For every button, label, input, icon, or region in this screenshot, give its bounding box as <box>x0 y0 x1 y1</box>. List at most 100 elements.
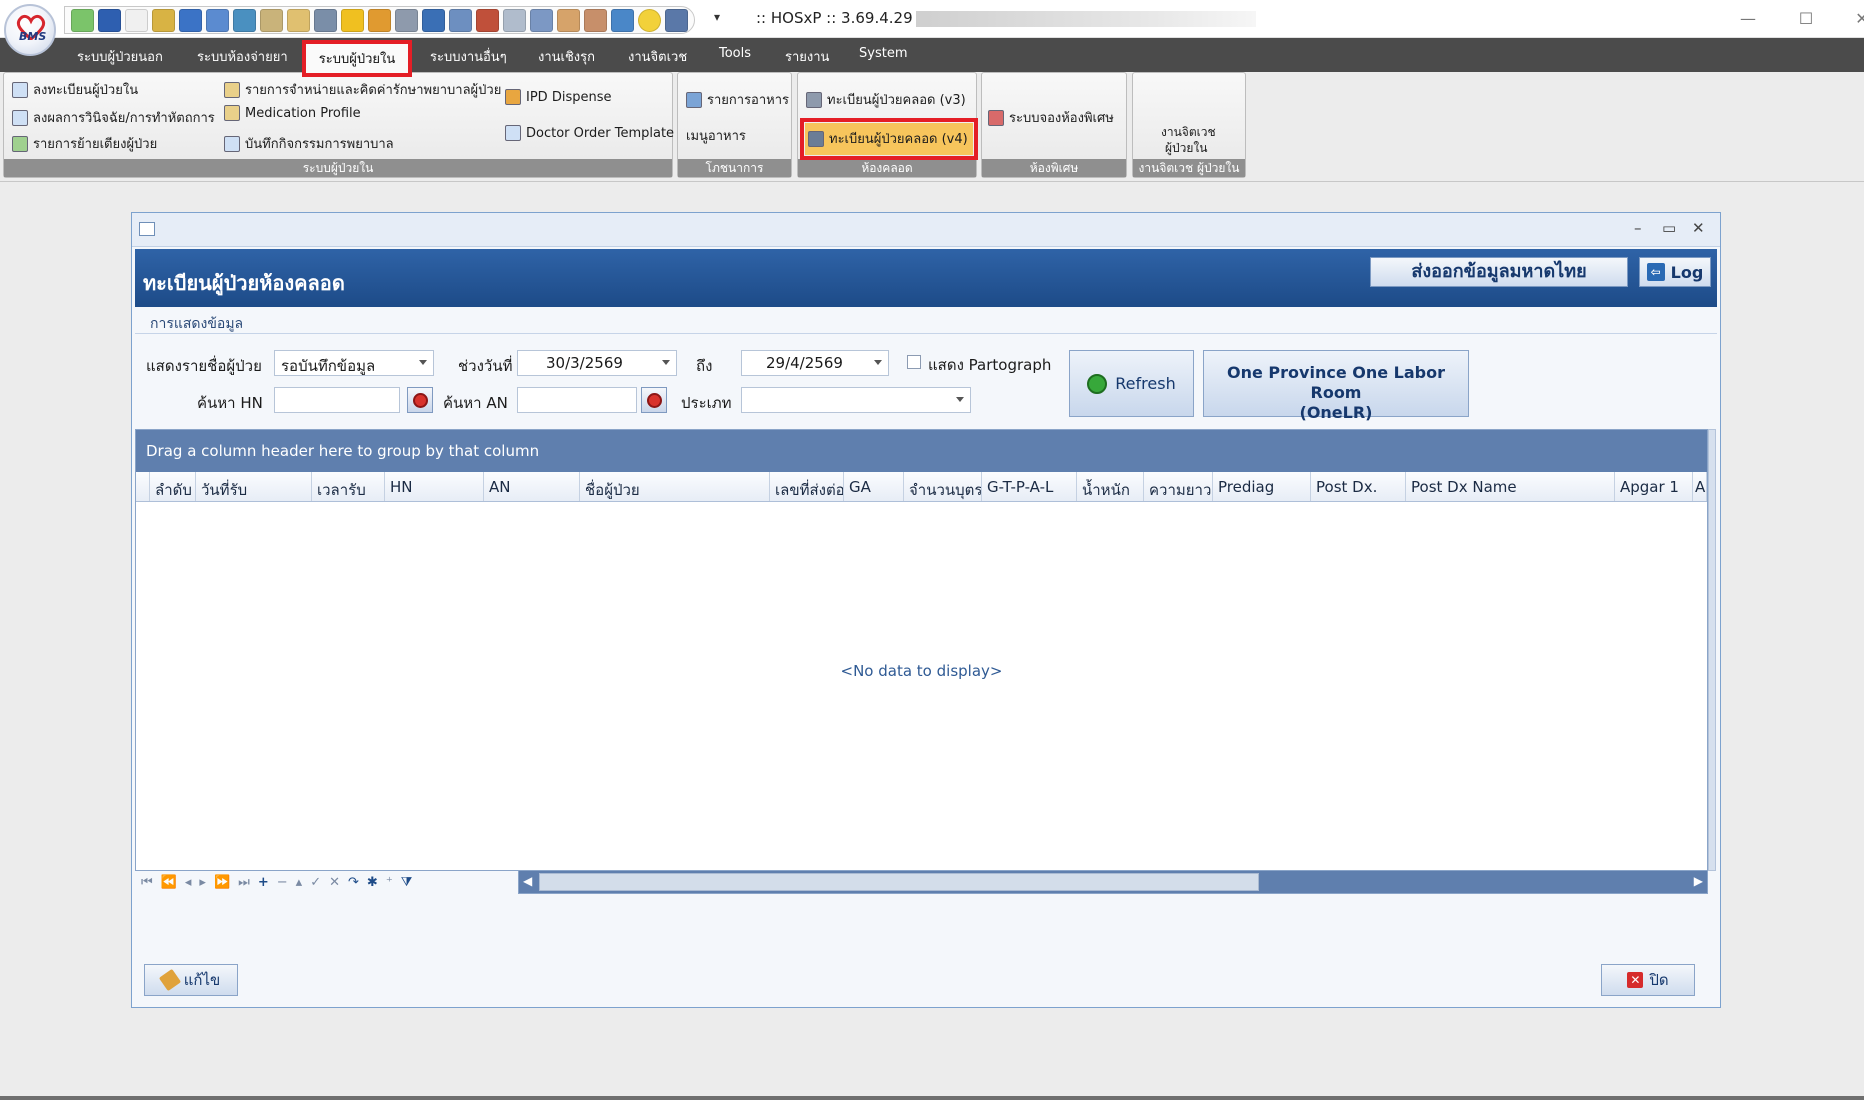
monitor-icon[interactable] <box>422 9 445 32</box>
group-by-panel[interactable]: Drag a column header here to group by th… <box>136 430 1707 472</box>
onelr-button[interactable]: One Province One Labor Room (OneLR) <box>1203 350 1469 422</box>
window-minimize-button[interactable]: — <box>1728 6 1768 32</box>
last-page-icon[interactable]: ⏭ <box>238 875 250 890</box>
ribbon-register-ipd[interactable]: ลงทะเบียนผู้ป่วยใน <box>12 79 138 100</box>
app-logo[interactable]: BMS <box>4 4 56 56</box>
column-header[interactable]: ลำดับ <box>150 472 196 501</box>
add-user-icon[interactable] <box>71 9 94 32</box>
column-header[interactable]: ชื่อผู้ป่วย <box>580 472 770 501</box>
prev-record-icon[interactable]: ◂ <box>185 875 192 890</box>
window-close-button[interactable]: ✕ <box>1692 219 1705 237</box>
column-header[interactable]: ความยาว <box>1144 472 1213 501</box>
column-header[interactable]: เวลารับ <box>312 472 385 501</box>
smiley-icon[interactable] <box>638 9 661 32</box>
tab-reports[interactable]: รายงาน <box>785 46 829 67</box>
window-maximize-button[interactable]: ☐ <box>1786 6 1826 32</box>
column-header[interactable]: จำนวนบุตร <box>904 472 982 501</box>
column-header[interactable]: AN <box>484 472 580 501</box>
window-maximize-button[interactable]: ▭ <box>1662 219 1676 237</box>
person-icon[interactable] <box>368 9 391 32</box>
card-icon[interactable] <box>557 9 580 32</box>
ribbon-nursing-activity[interactable]: บันทึกกิจกรรมการพยาบาล <box>224 133 394 154</box>
ribbon-special-room-booking[interactable]: ระบบจองห้องพิเศษ <box>988 107 1114 128</box>
clock-icon[interactable] <box>449 9 472 32</box>
document-icon[interactable] <box>125 9 148 32</box>
screens-icon[interactable] <box>530 9 553 32</box>
ribbon-doctor-order-template[interactable]: Doctor Order Template <box>505 125 674 141</box>
append-icon[interactable]: + <box>258 875 269 890</box>
ribbon-food-list[interactable]: รายการอาหาร <box>686 89 789 110</box>
column-header[interactable]: Post Dx Name <box>1406 472 1615 501</box>
nurse-icon[interactable] <box>584 9 607 32</box>
lightning-icon[interactable] <box>341 9 364 32</box>
next-icon[interactable] <box>98 9 121 32</box>
ribbon-diagnosis[interactable]: ลงผลการวินิจฉัย/การทำหัตถการ <box>12 107 215 128</box>
tab-tools[interactable]: Tools <box>719 46 751 61</box>
ribbon-food-menu[interactable]: เมนูอาหาร <box>686 125 746 146</box>
tab-ipd[interactable]: ระบบผู้ป่วยใน <box>302 48 412 69</box>
export-icon[interactable] <box>611 9 634 32</box>
column-header[interactable]: Post Dx. <box>1311 472 1406 501</box>
table-icon[interactable] <box>287 9 310 32</box>
edit-up-icon[interactable]: ▴ <box>296 875 303 890</box>
column-header[interactable]: A <box>1693 472 1707 501</box>
ribbon-medication-profile[interactable]: Medication Profile <box>224 105 361 121</box>
grid-vertical-scrollbar[interactable] <box>1708 429 1716 871</box>
cancel-icon[interactable]: ✕ <box>329 875 340 890</box>
column-header[interactable]: Apgar 1 <box>1615 472 1693 501</box>
scroll-left-icon[interactable]: ◀ <box>523 874 532 888</box>
ribbon-bed-move[interactable]: รายการย้ายเตียงผู้ป่วย <box>12 133 157 154</box>
close-button[interactable]: ✕ ปิด <box>1601 964 1695 996</box>
hn-search-input[interactable] <box>274 387 400 413</box>
tab-other[interactable]: ระบบงานอื่นๆ <box>430 46 507 67</box>
grid-horizontal-scrollbar[interactable]: ◀ ▶ <box>518 870 1708 894</box>
filter-icon[interactable]: ⧩ <box>401 875 413 890</box>
bookmark-icon[interactable]: ✱ <box>367 875 378 890</box>
column-header[interactable]: HN <box>385 472 484 501</box>
calculator-icon[interactable] <box>260 9 283 32</box>
home-icon[interactable] <box>476 9 499 32</box>
search-doc-icon[interactable] <box>503 9 526 32</box>
goto-bookmark-icon[interactable]: ⁺ <box>386 875 393 890</box>
column-header[interactable]: GA <box>844 472 904 501</box>
export-interior-button[interactable]: ส่งออกข้อมูลมหาดไทย <box>1370 257 1628 287</box>
log-button[interactable]: ⇦ Log <box>1639 257 1711 287</box>
date-to-picker[interactable]: 29/4/2569 <box>741 350 889 376</box>
next-record-icon[interactable]: ▸ <box>199 875 206 890</box>
scroll-right-icon[interactable]: ▶ <box>1694 874 1703 888</box>
partograph-checkbox[interactable] <box>907 355 921 369</box>
first-page-icon[interactable]: ⏮ <box>141 875 153 890</box>
ribbon-labor-register-v4[interactable]: ทะเบียนผู้ป่วยคลอด (v4) <box>800 118 978 160</box>
ribbon-psych-line2[interactable]: ผู้ป่วยใน <box>1165 139 1207 158</box>
tab-system[interactable]: System <box>859 46 907 61</box>
prev-page-icon[interactable]: ⏪ <box>161 875 177 890</box>
pill-icon[interactable] <box>152 9 175 32</box>
refresh-icon[interactable]: ↷ <box>348 875 359 890</box>
edit-icon[interactable] <box>179 9 202 32</box>
ribbon-discharge[interactable]: รายการจำหน่ายและคิดค่ารักษาพยาบาลผู้ป่วย <box>224 79 501 100</box>
column-header[interactable]: เลขที่ส่งต่อ <box>770 472 844 501</box>
an-search-button[interactable] <box>641 387 667 413</box>
column-header[interactable]: วันที่รับ <box>196 472 312 501</box>
hn-search-button[interactable] <box>407 387 433 413</box>
window-minimize-button[interactable]: – <box>1634 219 1642 237</box>
delete-icon[interactable]: − <box>277 875 288 890</box>
post-icon[interactable]: ✓ <box>310 875 321 890</box>
column-header[interactable]: Prediag <box>1213 472 1311 501</box>
refresh-button[interactable]: Refresh <box>1069 350 1194 417</box>
tab-opd[interactable]: ระบบผู้ป่วยนอก <box>77 46 163 67</box>
ribbon-ipd-dispense[interactable]: IPD Dispense <box>505 89 611 105</box>
an-search-input[interactable] <box>517 387 637 413</box>
next-page-icon[interactable]: ⏩ <box>214 875 230 890</box>
date-from-picker[interactable]: 30/3/2569 <box>517 350 677 376</box>
column-header[interactable]: น้ำหนัก <box>1077 472 1144 501</box>
scroll-thumb[interactable] <box>539 873 1259 891</box>
list-icon[interactable] <box>395 9 418 32</box>
form-icon[interactable] <box>206 9 229 32</box>
quick-access-dropdown[interactable]: ▾ <box>714 10 720 24</box>
ribbon-labor-register-v3[interactable]: ทะเบียนผู้ป่วยคลอด (v3) <box>806 89 966 110</box>
window-close-button[interactable]: ✕ <box>1842 6 1864 32</box>
show-list-select[interactable]: รอบันทึกข้อมูล <box>274 350 434 376</box>
report-icon[interactable] <box>233 9 256 32</box>
column-header[interactable]: G-T-P-A-L <box>982 472 1077 501</box>
